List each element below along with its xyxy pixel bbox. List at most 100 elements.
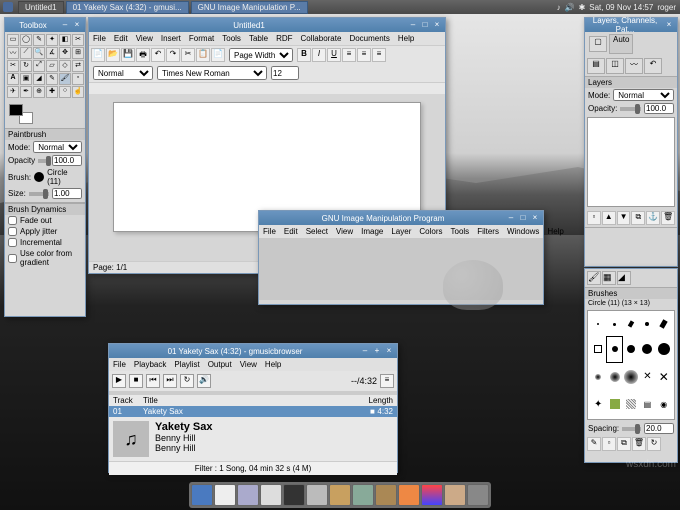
brush-item[interactable] — [607, 364, 621, 391]
brush-item[interactable] — [591, 364, 605, 391]
brush-item[interactable] — [640, 337, 654, 362]
align-tool[interactable]: ⊞ — [72, 47, 84, 59]
spacing-slider[interactable] — [622, 427, 641, 431]
perspective-tool[interactable]: ◇ — [59, 60, 71, 72]
brush-item[interactable]: ▤ — [640, 392, 654, 416]
opacity-input[interactable] — [52, 155, 82, 166]
text-tool[interactable]: A — [7, 73, 19, 85]
titlebar[interactable]: GNU Image Manipulation Program–□× — [259, 211, 543, 225]
menu-file[interactable]: File — [263, 227, 276, 236]
redo-button[interactable]: ↷ — [166, 48, 180, 62]
eraser-tool[interactable]: ▫ — [72, 73, 84, 85]
menu-rdf[interactable]: RDF — [276, 34, 292, 43]
brush-item[interactable] — [657, 314, 671, 335]
user-label[interactable]: roger — [657, 3, 676, 12]
taskbar-item[interactable]: Untitled1 — [18, 1, 64, 14]
seek-bar[interactable] — [109, 391, 397, 395]
menu-table[interactable]: Table — [249, 34, 268, 43]
pencil-tool[interactable]: ✎ — [46, 73, 58, 85]
refresh-button[interactable]: ↻ — [647, 437, 661, 451]
menu-playlist[interactable]: Playlist — [174, 360, 199, 369]
tray-icon[interactable]: ✱ — [579, 3, 586, 12]
wand-tool[interactable]: ✦ — [46, 34, 58, 46]
menu-edit[interactable]: Edit — [284, 227, 298, 236]
menu-format[interactable]: Format — [189, 34, 214, 43]
brush-item[interactable] — [607, 314, 621, 335]
dock-item[interactable] — [214, 484, 236, 506]
italic-button[interactable]: I — [312, 48, 326, 62]
layer-list[interactable] — [587, 117, 675, 207]
measure-tool[interactable]: ∡ — [46, 47, 58, 59]
titlebar[interactable]: Toolbox – × — [5, 18, 85, 32]
app-menu-icon[interactable] — [3, 2, 13, 12]
lower-layer-button[interactable]: ▼ — [617, 211, 631, 225]
incremental-checkbox[interactable] — [8, 238, 17, 247]
save-button[interactable]: 💾 — [121, 48, 135, 62]
size-input[interactable] — [52, 188, 82, 199]
menu-insert[interactable]: Insert — [161, 34, 181, 43]
menu-filters[interactable]: Filters — [477, 227, 499, 236]
col-title[interactable]: Title — [143, 396, 369, 405]
album-art-icon[interactable]: ♫ — [113, 421, 149, 457]
ruler[interactable] — [89, 82, 445, 94]
queue-button[interactable]: ≡ — [380, 374, 394, 388]
path-tool[interactable]: 〰 — [7, 47, 19, 59]
paths-tab[interactable]: 〰 — [625, 58, 643, 74]
brush-item[interactable] — [640, 314, 654, 335]
undo-button[interactable]: ↶ — [151, 48, 165, 62]
rect-select-tool[interactable]: ▭ — [7, 34, 19, 46]
dock-item[interactable] — [352, 484, 374, 506]
prev-button[interactable]: ⏮ — [146, 374, 160, 388]
edit-brush-button[interactable]: ✎ — [587, 437, 601, 451]
close-icon[interactable]: × — [72, 20, 82, 30]
image-tab[interactable]: ▢ — [589, 36, 607, 52]
new-brush-button[interactable]: ▫ — [602, 437, 616, 451]
auto-button[interactable]: Auto — [609, 34, 633, 54]
titlebar[interactable]: Layers, Channels, Pat...× — [585, 18, 677, 32]
menu-windows[interactable]: Windows — [507, 227, 539, 236]
brush-item[interactable] — [591, 337, 605, 362]
dock-item[interactable] — [375, 484, 397, 506]
maximize-icon[interactable]: □ — [420, 20, 430, 30]
menu-file[interactable]: File — [113, 360, 126, 369]
vol-button[interactable]: 🔊 — [197, 374, 211, 388]
menu-view[interactable]: View — [240, 360, 257, 369]
titlebar[interactable]: 01 Yakety Sax (4:32) - gmusicbrowser–+× — [109, 344, 397, 358]
paste-button[interactable]: 📄 — [211, 48, 225, 62]
play-button[interactable]: ▶ — [112, 374, 126, 388]
col-track[interactable]: Track — [113, 396, 143, 405]
minimize-icon[interactable]: – — [408, 20, 418, 30]
cut-button[interactable]: ✂ — [181, 48, 195, 62]
empty-canvas[interactable] — [259, 238, 543, 300]
airbrush-tool[interactable]: ✈ — [7, 86, 19, 98]
brush-item[interactable]: ✕ — [657, 364, 671, 391]
mode-select[interactable]: Normal — [33, 141, 82, 153]
close-icon[interactable]: × — [384, 346, 394, 356]
align-center-button[interactable]: ≡ — [357, 48, 371, 62]
menu-view[interactable]: View — [136, 34, 153, 43]
taskbar-item[interactable]: 01 Yakety Sax (4:32) - gmusi... — [66, 1, 189, 14]
blur-tool[interactable]: ○ — [59, 86, 71, 98]
paintbrush-tool[interactable]: 🖌 — [59, 73, 71, 85]
opacity-slider[interactable] — [38, 159, 49, 163]
maximize-icon[interactable]: □ — [518, 213, 528, 223]
bucket-tool[interactable]: ▣ — [20, 73, 32, 85]
dock-item[interactable] — [467, 484, 489, 506]
rotate-tool[interactable]: ↻ — [20, 60, 32, 72]
dock-item[interactable] — [398, 484, 420, 506]
dock-item[interactable] — [283, 484, 305, 506]
menu-collaborate[interactable]: Collaborate — [301, 34, 342, 43]
clone-tool[interactable]: ⊕ — [33, 86, 45, 98]
next-button[interactable]: ⏭ — [163, 374, 177, 388]
minimize-icon[interactable]: – — [60, 20, 70, 30]
menu-documents[interactable]: Documents — [349, 34, 389, 43]
close-icon[interactable]: × — [530, 213, 540, 223]
menu-playback[interactable]: Playback — [134, 360, 166, 369]
menu-view[interactable]: View — [336, 227, 353, 236]
gradient-checkbox[interactable] — [8, 254, 17, 263]
close-icon[interactable]: × — [432, 20, 442, 30]
smudge-tool[interactable]: ☝ — [72, 86, 84, 98]
track-row[interactable]: 01 Yakety Sax ■ 4:32 — [109, 406, 397, 417]
minimize-icon[interactable]: – — [506, 213, 516, 223]
gradients-tab[interactable]: ◢ — [617, 271, 631, 285]
